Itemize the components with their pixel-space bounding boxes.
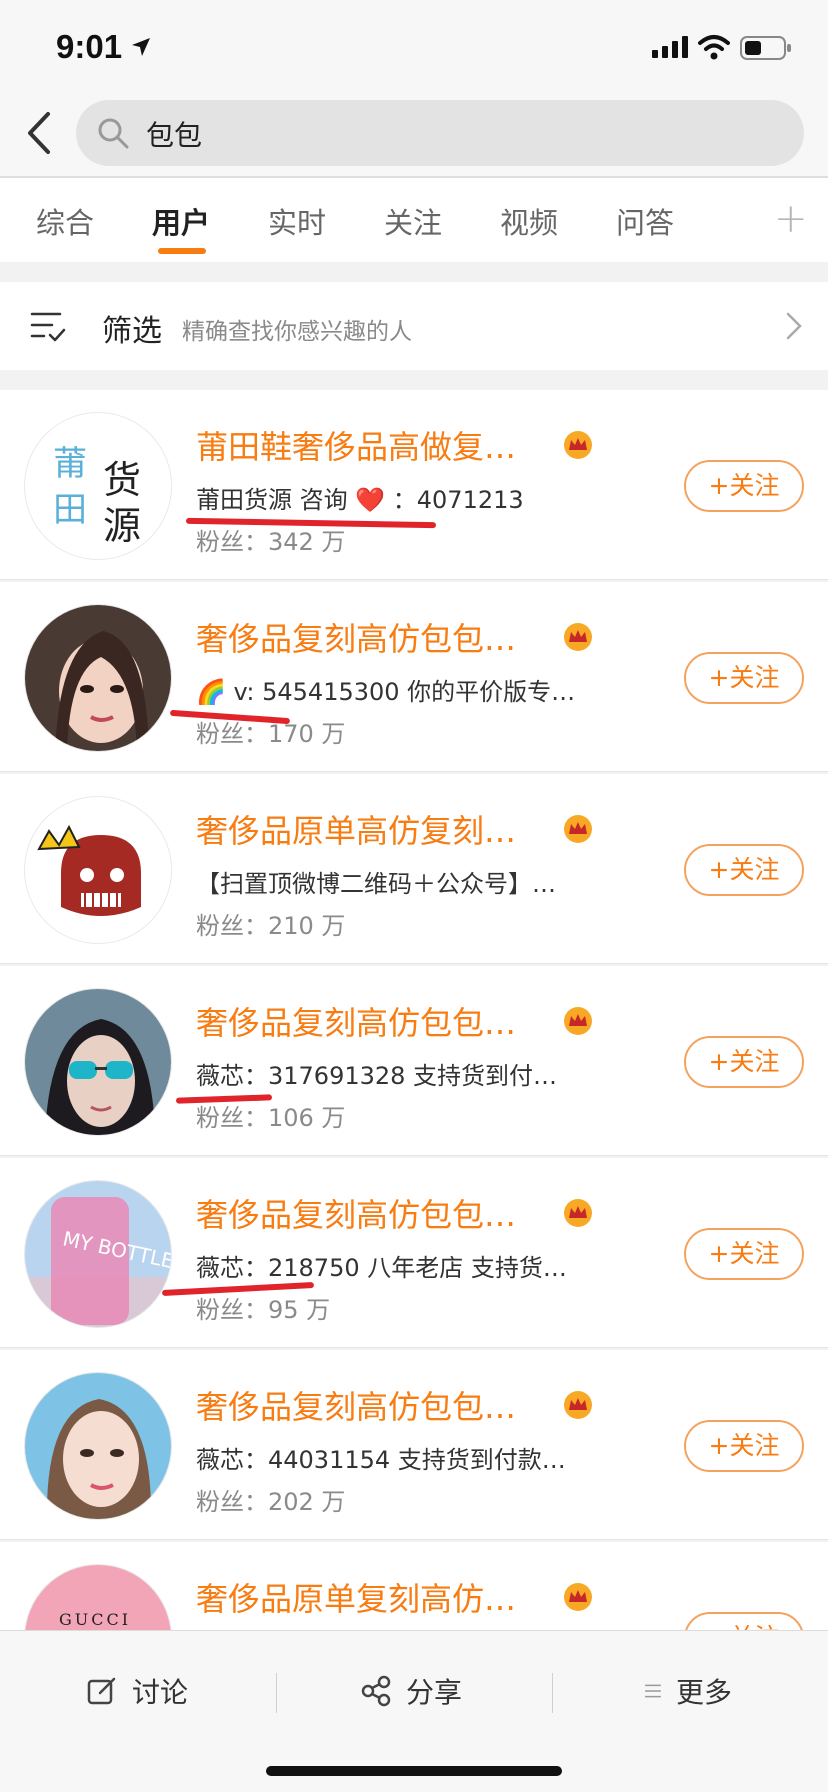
user-name[interactable]: 奢侈品复刻高仿包包… — [196, 1382, 516, 1428]
follow-button[interactable]: +关注 — [684, 460, 804, 512]
divider — [552, 1673, 553, 1713]
user-name[interactable]: 奢侈品复刻高仿包包… — [196, 998, 516, 1044]
user-name[interactable]: 莆田鞋奢侈品高做复… — [196, 422, 516, 468]
user-name[interactable]: 奢侈品原单复刻高仿… — [196, 1574, 516, 1620]
filter-icon — [30, 312, 66, 342]
user-description: 莆田货源 咨询 ❤️ ：4071213 — [196, 486, 524, 514]
avatar[interactable] — [24, 1372, 172, 1520]
avatar[interactable]: 莆 田 货 源 — [24, 412, 172, 560]
tab-video[interactable]: 视频 — [500, 200, 558, 242]
menu-icon — [645, 1684, 661, 1698]
follow-button[interactable]: +关注 — [684, 1036, 804, 1088]
search-icon — [98, 118, 129, 149]
crown-icon — [564, 815, 592, 843]
status-time: 9:01 — [56, 28, 123, 65]
user-fans: 粉丝：342 万 — [196, 528, 346, 556]
divider — [276, 1673, 277, 1713]
svg-text:源: 源 — [103, 504, 141, 548]
svg-text:田: 田 — [53, 490, 87, 530]
tab-users[interactable]: 用户 — [152, 200, 210, 242]
search-query: 包包 — [146, 119, 203, 152]
user-row[interactable]: GUCCI 奢侈品原单复刻高仿… +关注 — [0, 1542, 828, 1630]
back-icon[interactable] — [22, 110, 56, 156]
status-bar: 9:01 — [0, 0, 828, 92]
edit-icon — [87, 1677, 116, 1705]
user-fans: 粉丝：202 万 — [196, 1488, 346, 1516]
more-button[interactable]: 更多 — [644, 1671, 732, 1711]
user-name[interactable]: 奢侈品复刻高仿包包… — [196, 1190, 516, 1236]
tab-bar: 综合 用户 实时 关注 视频 问答 + — [0, 178, 828, 262]
crown-icon — [564, 431, 592, 459]
share-button[interactable]: 分享 — [360, 1671, 462, 1711]
share-label: 分享 — [406, 1676, 463, 1709]
avatar[interactable] — [24, 604, 172, 752]
avatar[interactable]: GUCCI — [24, 1564, 172, 1630]
filter-row[interactable]: 筛选 精确查找你感兴趣的人 — [0, 282, 828, 370]
tab-following[interactable]: 关注 — [384, 200, 442, 242]
crown-icon — [564, 1583, 592, 1611]
search-input[interactable]: 包包 — [76, 100, 804, 166]
tab-comprehensive[interactable]: 综合 — [36, 200, 94, 242]
signal-icon — [652, 36, 688, 58]
add-tab-button[interactable]: + — [774, 196, 808, 242]
avatar[interactable] — [24, 796, 172, 944]
follow-button[interactable]: +关注 — [684, 652, 804, 704]
avatar-text: GUCCI — [59, 1610, 131, 1629]
crown-icon — [564, 1007, 592, 1035]
user-row[interactable]: 奢侈品复刻高仿包包… 薇芯：317691328 支持货到付… 粉丝：106 万 … — [0, 966, 828, 1156]
filter-description: 精确查找你感兴趣的人 — [182, 319, 412, 345]
user-row[interactable]: 奢侈品复刻高仿包包… 🌈 v: 545415300 你的平价版专… 粉丝：170… — [0, 582, 828, 772]
share-icon — [361, 1675, 391, 1707]
user-row[interactable]: 奢侈品复刻高仿包包… 薇芯：44031154 支持货到付款… 粉丝：202 万 … — [0, 1350, 828, 1540]
user-description: 薇芯：317691328 支持货到付… — [196, 1062, 558, 1090]
follow-button[interactable]: +关注 — [684, 1420, 804, 1472]
search-header: 包包 — [0, 92, 828, 178]
user-fans: 粉丝：95 万 — [196, 1296, 331, 1324]
battery-icon — [740, 36, 791, 60]
more-label: 更多 — [676, 1676, 733, 1709]
user-name[interactable]: 奢侈品复刻高仿包包… — [196, 614, 516, 660]
discuss-button[interactable]: 讨论 — [86, 1671, 188, 1711]
discuss-label: 讨论 — [132, 1676, 189, 1709]
wifi-icon — [698, 35, 730, 60]
tab-realtime[interactable]: 实时 — [268, 200, 326, 242]
user-list: 莆 田 货 源 莆田鞋奢侈品高做复… 莆田货源 咨询 ❤️ ：4071213 粉… — [0, 390, 828, 1630]
user-name[interactable]: 奢侈品原单高仿复刻… — [196, 806, 516, 852]
user-description: 🌈 v: 545415300 你的平价版专… — [196, 678, 576, 706]
follow-button[interactable]: +关注 — [684, 1612, 804, 1630]
home-indicator — [266, 1766, 562, 1776]
follow-button[interactable]: +关注 — [684, 1228, 804, 1280]
user-row[interactable]: MY BOTTLE 奢侈品复刻高仿包包… 薇芯：218750 八年老店 支持货…… — [0, 1158, 828, 1348]
avatar[interactable]: MY BOTTLE — [24, 1180, 172, 1328]
crown-icon — [564, 623, 592, 651]
user-fans: 粉丝：106 万 — [196, 1104, 346, 1132]
active-tab-indicator — [158, 248, 206, 254]
follow-button[interactable]: +关注 — [684, 844, 804, 896]
user-row[interactable]: 奢侈品原单高仿复刻… 【扫置顶微博二维码＋公众号】… 粉丝：210 万 +关注 — [0, 774, 828, 964]
user-row[interactable]: 莆 田 货 源 莆田鞋奢侈品高做复… 莆田货源 咨询 ❤️ ：4071213 粉… — [0, 390, 828, 580]
chevron-right-icon — [786, 312, 802, 340]
user-description: 薇芯：44031154 支持货到付款… — [196, 1446, 566, 1474]
user-fans: 粉丝：210 万 — [196, 912, 346, 940]
user-description: 【扫置顶微博二维码＋公众号】… — [196, 870, 556, 898]
tab-qa[interactable]: 问答 — [616, 200, 674, 242]
avatar-text: 莆 — [53, 444, 87, 484]
location-arrow-icon — [132, 38, 150, 56]
avatar[interactable] — [24, 988, 172, 1136]
user-description: 薇芯：218750 八年老店 支持货… — [196, 1254, 567, 1282]
crown-icon — [564, 1391, 592, 1419]
crown-icon — [564, 1199, 592, 1227]
svg-text:货: 货 — [103, 458, 141, 502]
filter-label: 筛选 — [102, 314, 162, 349]
